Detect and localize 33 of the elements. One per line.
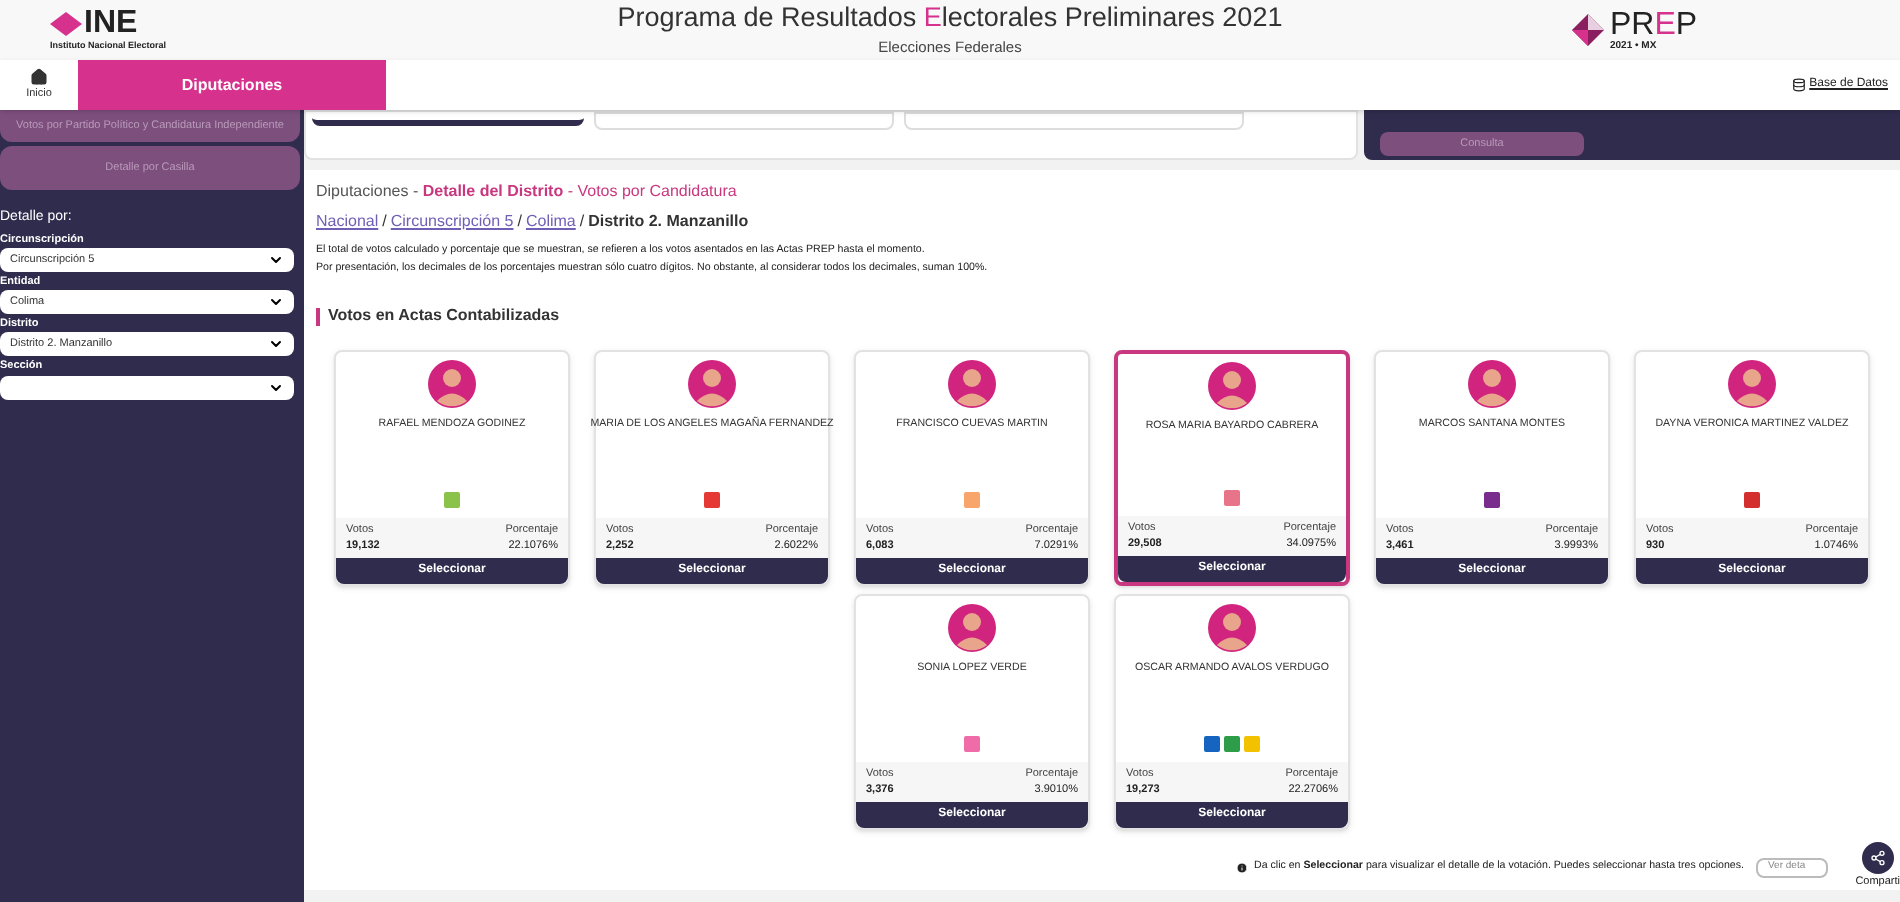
person-avatar-icon (948, 360, 996, 408)
page-title: Programa de Resultados Electorales Preliminares 2021 (617, 1, 1283, 36)
person-avatar-icon (1468, 360, 1516, 408)
person-avatar-icon (1208, 362, 1256, 410)
share-button[interactable] (1861, 841, 1894, 874)
prep-logo-icon (1570, 12, 1606, 48)
chevron-down-icon (268, 379, 284, 395)
prep-logo-text: PREP (1610, 9, 1698, 41)
info-icon (1236, 862, 1248, 874)
share-icon (1869, 849, 1886, 866)
logo-text: INE (84, 7, 138, 40)
chevron-down-icon (268, 294, 284, 310)
person-avatar-icon (1728, 360, 1776, 408)
person-avatar-icon (688, 360, 736, 408)
home-icon (30, 67, 48, 86)
breadcrumb-separator: / (517, 210, 522, 234)
section-title: Votos en Actas Contabilizadas (328, 304, 560, 328)
chevron-down-icon (268, 251, 284, 268)
person-avatar-icon (948, 604, 996, 652)
content-title: Diputaciones - Detalle del Distrito - Votos por Candidatura (316, 180, 739, 204)
breadcrumb-link[interactable]: Nacional (316, 210, 379, 234)
person-avatar-icon (1208, 604, 1256, 652)
database-icon (1791, 78, 1806, 92)
breadcrumb-separator: / (382, 210, 387, 234)
breadcrumb-link[interactable]: Colima (525, 210, 576, 234)
breadcrumb-separator: / (579, 210, 585, 234)
nav-tab[interactable]: Diputaciones (78, 60, 386, 110)
breadcrumb-current: Distrito 2. Manzanillo (588, 210, 749, 234)
person-avatar-icon (428, 360, 476, 408)
chevron-down-icon (268, 336, 284, 353)
section-marker (316, 307, 320, 325)
diamond-logo-icon (50, 11, 82, 36)
breadcrumb-link[interactable]: Circunscripción 5 (390, 210, 514, 234)
